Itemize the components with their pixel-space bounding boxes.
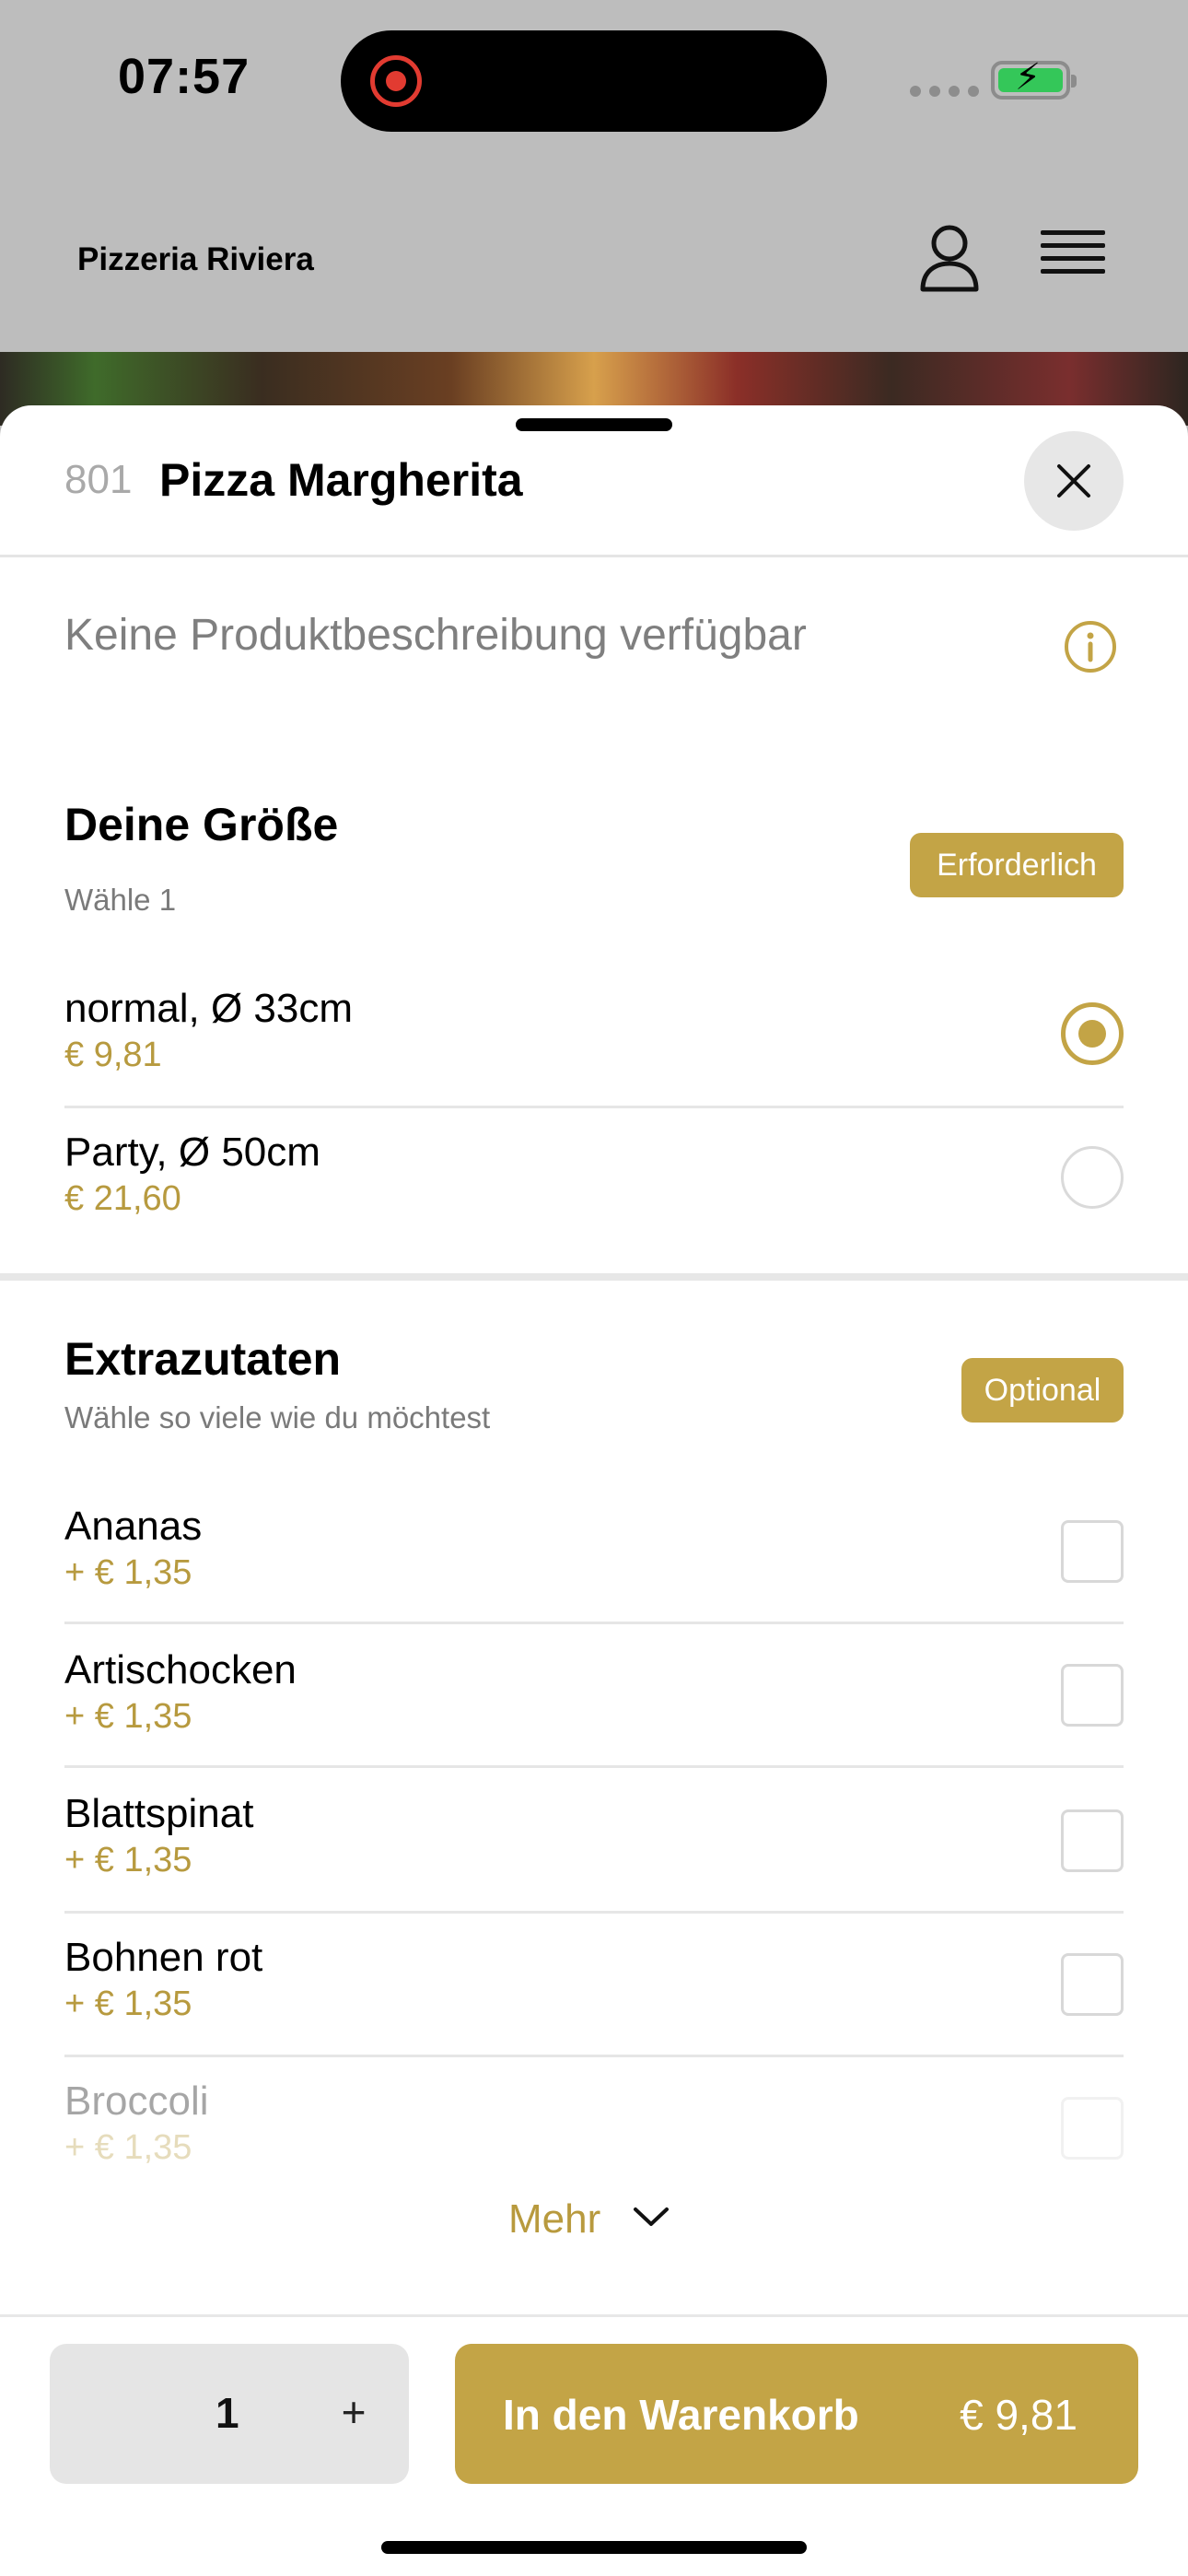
recording-icon [370, 55, 422, 107]
option-price: € 21,60 [64, 1179, 181, 1218]
optional-badge: Optional [961, 1358, 1124, 1423]
option-price: + € 1,35 [64, 1697, 192, 1736]
quantity-plus-button[interactable]: + [326, 2384, 381, 2440]
chevron-down-icon [634, 2207, 669, 2226]
size-section-subtitle: Wähle 1 [64, 883, 177, 917]
cart-total-price: € 9,81 [960, 2391, 1077, 2439]
battery-icon: ⚡ [991, 59, 1077, 100]
product-description: Keine Produktbeschreibung verfügbar [64, 611, 807, 660]
product-sheet: 801 Pizza Margherita Keine Produktbeschr… [0, 405, 1188, 2576]
checkbox[interactable] [1061, 1809, 1124, 1872]
option-price: + € 1,35 [64, 1841, 192, 1879]
product-number: 801 [64, 457, 133, 502]
option-name: Broccoli [64, 2078, 209, 2124]
product-title: Pizza Margherita [159, 454, 523, 506]
sheet-grabber[interactable] [516, 418, 672, 431]
close-icon [1057, 464, 1090, 498]
hamburger-menu-icon[interactable] [1041, 230, 1105, 286]
checkbox[interactable] [1061, 1664, 1124, 1727]
checkbox[interactable] [1061, 1520, 1124, 1583]
close-button[interactable] [1024, 431, 1124, 531]
row-divider [64, 1911, 1124, 1914]
extras-section-title: Extrazutaten [64, 1333, 342, 1385]
add-to-cart-label: In den Warenkorb [503, 2391, 859, 2439]
checkbox[interactable] [1061, 2097, 1124, 2160]
add-to-cart-button[interactable]: In den Warenkorb € 9,81 [455, 2344, 1138, 2484]
option-name: Ananas [64, 1504, 203, 1549]
option-price: + € 1,35 [64, 2128, 192, 2167]
header-divider [0, 555, 1188, 557]
status-time: 07:57 [118, 49, 250, 104]
cellular-signal-icon [910, 86, 979, 97]
required-badge: Erforderlich [910, 833, 1124, 897]
option-price: + € 1,35 [64, 1985, 192, 2023]
footer-divider [0, 2314, 1188, 2317]
option-name: Party, Ø 50cm [64, 1130, 320, 1175]
option-name: normal, Ø 33cm [64, 986, 353, 1031]
row-divider [64, 2055, 1124, 2057]
option-price: € 9,81 [64, 1036, 162, 1074]
dynamic-island [341, 30, 827, 132]
radio-unselected[interactable] [1061, 1146, 1124, 1209]
row-divider [64, 1106, 1124, 1108]
row-divider [64, 1622, 1124, 1624]
checkbox[interactable] [1061, 1953, 1124, 2016]
app-title: Pizzeria Riviera [77, 241, 314, 277]
home-indicator [381, 2541, 807, 2554]
quantity-stepper: 1 + [50, 2344, 409, 2484]
quantity-value: 1 [215, 2389, 239, 2437]
option-name: Blattspinat [64, 1791, 254, 1836]
profile-icon[interactable] [917, 223, 982, 293]
extras-section-subtitle: Wähle so viele wie du möchtest [64, 1400, 491, 1434]
radio-selected[interactable] [1061, 1002, 1124, 1065]
size-section-title: Deine Größe [64, 799, 339, 850]
option-price: + € 1,35 [64, 1553, 192, 1592]
section-separator [0, 1273, 1188, 1281]
row-divider [64, 1765, 1124, 1768]
info-icon[interactable] [1063, 619, 1118, 674]
show-more-label: Mehr [508, 2196, 601, 2242]
option-name: Bohnen rot [64, 1935, 263, 1980]
option-name: Artischocken [64, 1647, 297, 1692]
